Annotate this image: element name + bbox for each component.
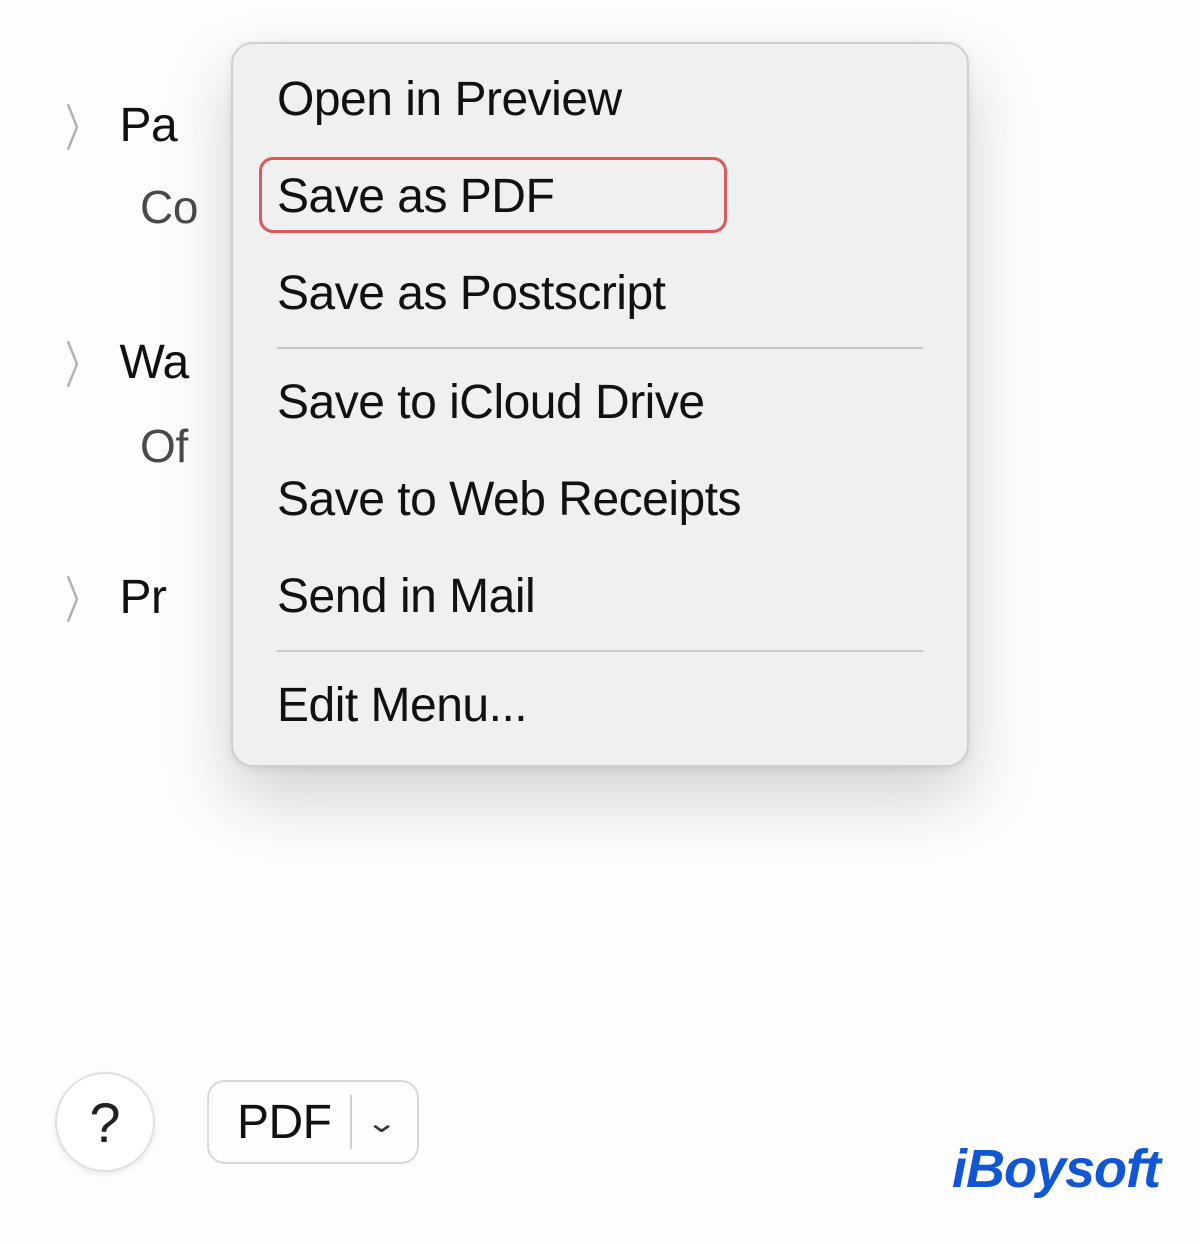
bg-row-label: Of xyxy=(140,419,188,473)
button-separator xyxy=(350,1095,352,1149)
watermark-logo: iBoysoft xyxy=(952,1138,1160,1200)
bg-row-label: Pr xyxy=(120,570,167,625)
menu-item-open-in-preview[interactable]: Open in Preview xyxy=(233,62,967,137)
pdf-button-label: PDF xyxy=(237,1095,332,1150)
menu-item-label: Save as PDF xyxy=(277,170,554,223)
watermark-text: iBoysoft xyxy=(952,1139,1160,1199)
chevron-down-icon: ⌄ xyxy=(365,1106,398,1139)
menu-divider xyxy=(277,347,923,349)
bg-row-label: Pa xyxy=(120,98,178,153)
menu-item-label: Save to Web Receipts xyxy=(277,473,741,526)
chevron-right-icon: 〉 xyxy=(65,326,96,399)
pdf-dropdown-menu: Open in Preview Save as PDF Save as Post… xyxy=(231,42,969,767)
chevron-right-icon: 〉 xyxy=(65,561,96,634)
menu-item-save-to-icloud[interactable]: Save to iCloud Drive xyxy=(233,365,967,440)
bg-row-label: Co xyxy=(140,180,198,234)
dialog-toolbar: ? PDF ⌄ xyxy=(55,1072,419,1172)
menu-item-label: Open in Preview xyxy=(277,73,622,126)
bg-row-label: Wa xyxy=(120,335,189,390)
menu-item-save-as-pdf[interactable]: Save as PDF xyxy=(233,159,967,234)
menu-item-label: Edit Menu... xyxy=(277,679,527,732)
menu-divider xyxy=(277,650,923,652)
help-icon: ? xyxy=(89,1090,120,1155)
menu-item-label: Save to iCloud Drive xyxy=(277,376,705,429)
pdf-dropdown-button[interactable]: PDF ⌄ xyxy=(207,1080,419,1164)
menu-item-label: Save as Postscript xyxy=(277,267,666,320)
menu-item-label: Send in Mail xyxy=(277,570,535,623)
chevron-right-icon: 〉 xyxy=(65,89,96,162)
menu-item-save-to-web-receipts[interactable]: Save to Web Receipts xyxy=(233,462,967,537)
menu-item-send-in-mail[interactable]: Send in Mail xyxy=(233,559,967,634)
help-button[interactable]: ? xyxy=(55,1072,155,1172)
menu-item-edit-menu[interactable]: Edit Menu... xyxy=(233,668,967,743)
menu-item-save-as-postscript[interactable]: Save as Postscript xyxy=(233,256,967,331)
